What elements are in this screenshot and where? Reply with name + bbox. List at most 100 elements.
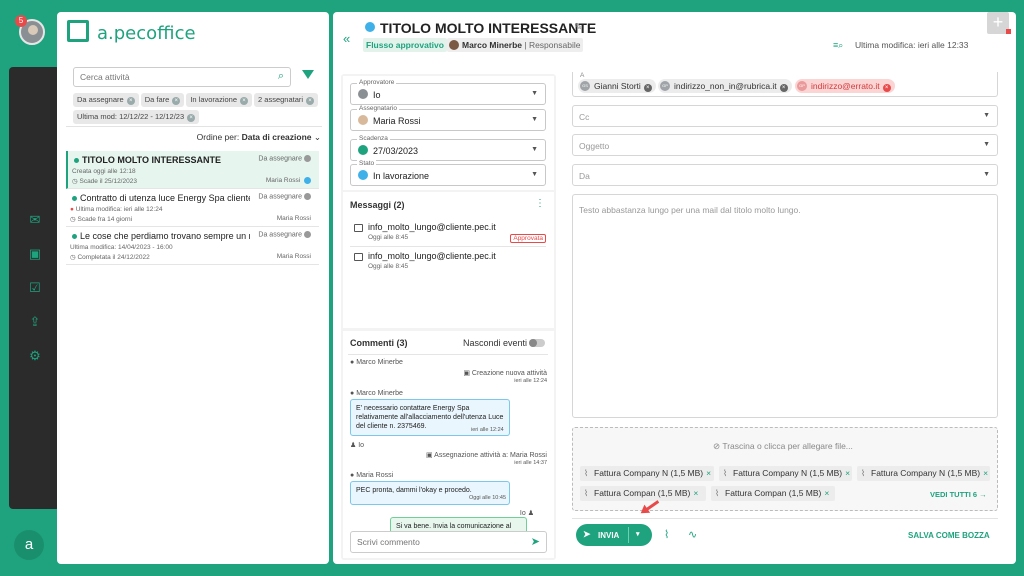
recipient-avatar: GP	[660, 81, 670, 91]
history-icon[interactable]: ≡⌕	[833, 40, 843, 51]
messages-title: Messaggi (2)	[350, 200, 405, 210]
remove-icon[interactable]: ×	[983, 468, 988, 478]
remove-icon[interactable]: ×	[706, 468, 711, 478]
mail-icon[interactable]: ✉	[28, 213, 42, 227]
task-modified: ● Ultima modifica: ieri alle 12:24	[70, 206, 163, 213]
chevron-down-icon[interactable]: ▾	[636, 530, 640, 538]
task-due: ◷ Scade il 25/12/2023	[72, 178, 137, 185]
dropzone-label: ⊘ Trascina o clicca per allegare file...	[713, 441, 853, 451]
alert-dot	[1006, 29, 1011, 34]
subject-field[interactable]: Oggetto ▼	[572, 134, 998, 156]
attachment-chip[interactable]: ⌇ Fattura Company N (1,5 MB) ×	[857, 466, 990, 481]
status-indicator	[304, 231, 311, 238]
brand-logo: a.pecoffice	[97, 23, 196, 44]
remove-icon[interactable]: ×	[693, 488, 698, 498]
task-status: Da assegnare	[258, 155, 302, 163]
status-indicator	[304, 193, 311, 200]
sort-value: Data di creazione	[241, 132, 312, 142]
detail-title: TITOLO MOLTO INTERESSANTE	[380, 20, 597, 36]
paperclip-icon: ⌇	[584, 468, 589, 478]
comment-input[interactable]	[357, 537, 517, 547]
send-button[interactable]: ➤ INVIA ▾	[576, 524, 652, 546]
status-indicator	[304, 155, 311, 162]
attachment-chip[interactable]: ⌇ Fattura Compan (1,5 MB) ×	[711, 486, 835, 501]
comments-card: Commenti (3) Nascondi eventi ● Marco Min…	[343, 331, 554, 558]
message-item[interactable]: info_molto_lungo@cliente.pec.it Oggi alle…	[352, 222, 546, 246]
body-field[interactable]: Testo abbastanza lungo per una mail dal …	[572, 194, 998, 418]
last-modified: Ultima modifica: ieri alle 12:33	[855, 40, 969, 50]
upload-icon[interactable]: ⇪	[28, 315, 42, 329]
hide-events-toggle[interactable]	[529, 339, 545, 347]
search-input[interactable]	[80, 72, 260, 82]
tasks-icon[interactable]: ☑	[28, 281, 42, 295]
recipient-avatar: GP	[797, 81, 807, 91]
see-all-link[interactable]: VEDI TUTTI 6 →	[930, 490, 987, 499]
remove-icon[interactable]: ×	[845, 468, 850, 478]
owner-avatar	[449, 40, 459, 50]
task-item[interactable]: Contratto di utenza luce Energy Spa clie…	[66, 189, 319, 227]
task-item[interactable]: Le cose che perdiamo trovano sempre un m…	[66, 227, 319, 265]
filter-chip[interactable]: Ultima mod: 12/12/22 - 12/12/23 ×	[73, 110, 200, 124]
attach-icon[interactable]: ⌇	[664, 528, 669, 541]
filter-chip[interactable]: Da assegnare ×	[73, 93, 139, 107]
search-icon[interactable]: ⌕	[278, 70, 284, 83]
filter-chip[interactable]: Da fare ×	[140, 93, 185, 107]
paperclip-icon: ⌇	[861, 468, 866, 478]
signature-icon[interactable]: ∿	[688, 528, 697, 541]
app-logo-button[interactable]: a	[14, 530, 44, 560]
collapse-icon[interactable]: «	[343, 31, 350, 46]
save-draft-button[interactable]: SALVA COME BOZZA	[908, 531, 990, 540]
task-item[interactable]: TITOLO MOLTO INTERESSANTE Da assegnare C…	[66, 151, 319, 189]
dropdown-caret-icon: ▼	[983, 171, 990, 178]
approver-select[interactable]: Approvatore Io ▼	[350, 79, 546, 105]
attachment-chip[interactable]: ⌇ Fattura Company N (1,5 MB) ×	[719, 466, 852, 481]
more-icon[interactable]: ⋮	[535, 198, 545, 209]
assignee-select[interactable]: Assegnatario Maria Rossi ▼	[350, 105, 546, 131]
filter-chip[interactable]: 2 assegnatari ×	[254, 93, 319, 107]
recipient-avatar: GS	[580, 81, 590, 91]
task-assignee: Maria Rossi	[276, 253, 311, 260]
user-icon	[358, 115, 368, 125]
paperclip-icon: ⌇	[715, 488, 720, 498]
send-icon: ➤	[583, 529, 591, 539]
message-item[interactable]: info_molto_lungo@cliente.pec.it Oggi alle…	[352, 251, 546, 275]
comment-author: ♟ Io	[350, 442, 365, 449]
paperclip-icon: ⊘	[713, 441, 721, 451]
comments-title: Commenti (3)	[350, 338, 408, 348]
send-icon[interactable]: ➤	[531, 535, 540, 548]
state-select[interactable]: Stato In lavorazione ▼	[350, 160, 546, 186]
remove-icon[interactable]: ×	[824, 488, 829, 498]
dropdown-caret-icon: ▼	[531, 116, 538, 123]
recipient-chip-error[interactable]: GP indirizzo@errato.it ×	[795, 79, 895, 93]
filter-icon[interactable]	[302, 70, 314, 79]
edit-icon[interactable]: ✎	[574, 22, 582, 33]
divider	[572, 518, 998, 519]
remove-icon[interactable]: ×	[779, 84, 788, 92]
status-dot	[74, 158, 79, 164]
comment-box[interactable]: ➤	[350, 531, 547, 553]
comment-author: Io ♟	[519, 510, 534, 517]
sort-control[interactable]: Ordine per: Data di creazione ⌄	[197, 132, 321, 143]
from-field[interactable]: Da ▼	[572, 164, 998, 186]
user-icon	[358, 89, 368, 99]
settings-icon[interactable]: ⚙	[28, 349, 42, 363]
recipient-chip[interactable]: GP indirizzo_non_in@rubrica.it ×	[658, 79, 792, 93]
approved-badge: Approvata	[510, 234, 546, 243]
attachment-chip[interactable]: ⌇ Fattura Compan (1,5 MB) ×	[580, 486, 706, 501]
assignee-avatar	[304, 177, 311, 184]
task-title: Le cose che perdiamo trovano sempre un m…	[80, 231, 250, 241]
remove-icon[interactable]: ×	[643, 84, 652, 92]
contacts-icon[interactable]: ▣	[28, 247, 42, 261]
clock-icon	[358, 145, 368, 155]
remove-icon[interactable]: ×	[882, 84, 891, 92]
owner-chip: Marco Minerbe | Responsabile	[447, 38, 584, 52]
attachment-chip[interactable]: ⌇ Fattura Company N (1,5 MB) ×	[580, 466, 714, 481]
cc-field[interactable]: Cc ▼	[572, 105, 998, 127]
filter-chip[interactable]: In lavorazione ×	[186, 93, 253, 107]
recipient-chip[interactable]: GS Gianni Storti ×	[578, 79, 656, 93]
chevron-down-icon: ⌄	[313, 132, 321, 142]
divider	[350, 246, 546, 247]
search-box[interactable]: ⌕	[73, 67, 291, 87]
status-indicator	[358, 170, 368, 180]
due-date-select[interactable]: Scadenza 27/03/2023 ▼	[350, 135, 546, 161]
